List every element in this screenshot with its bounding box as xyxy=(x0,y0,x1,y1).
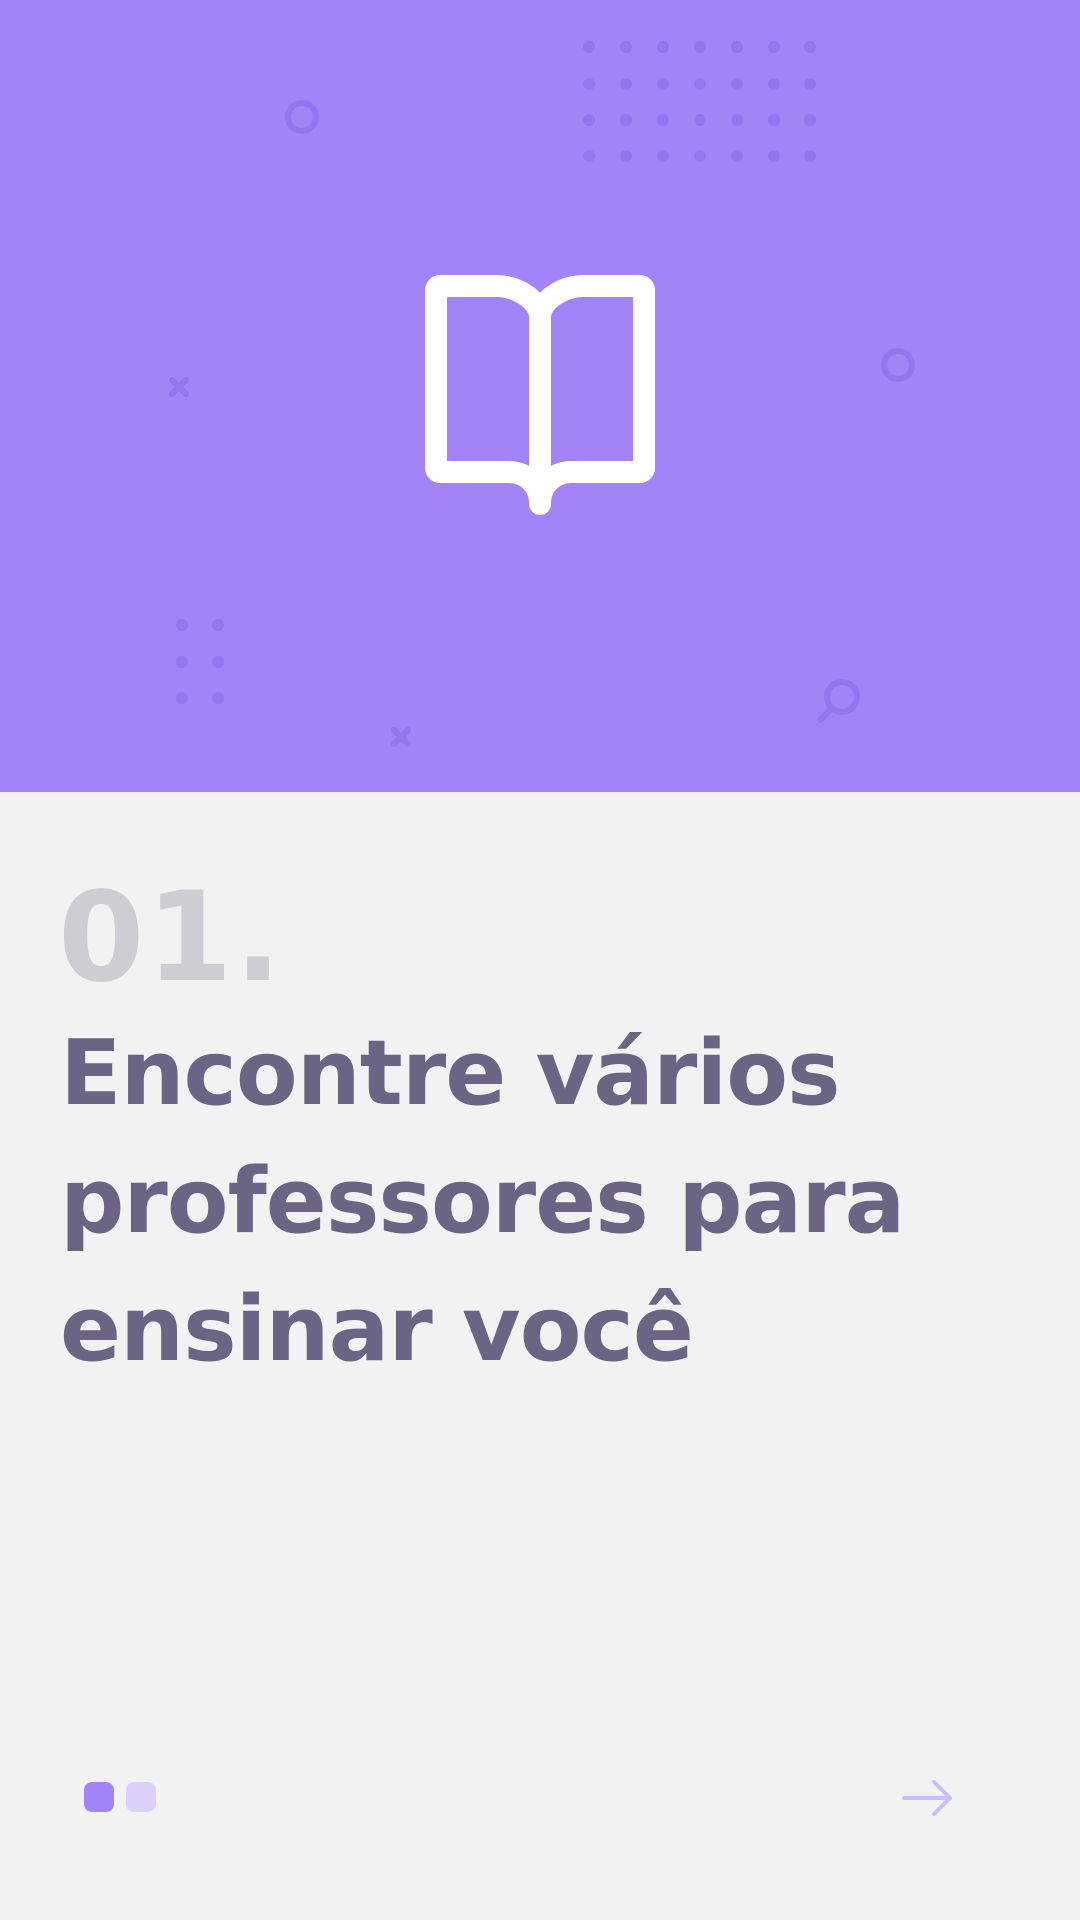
page-indicator xyxy=(84,1782,156,1812)
ring-decoration xyxy=(881,348,915,382)
page-indicator-dot-active[interactable] xyxy=(84,1782,114,1812)
next-button[interactable] xyxy=(896,1772,960,1824)
dot-grid-bottom-left xyxy=(176,619,224,704)
open-book-icon xyxy=(425,275,655,515)
dot-grid-top-right xyxy=(583,41,816,162)
onboarding-content: 01. Encontre vários professores para ens… xyxy=(58,866,1020,1394)
hero-banner xyxy=(0,0,1080,792)
ring-decoration xyxy=(285,100,319,134)
step-number: 01. xyxy=(58,866,284,1010)
arrow-right-icon xyxy=(902,1780,952,1816)
page-indicator-dot-inactive[interactable] xyxy=(126,1782,156,1812)
cross-decoration xyxy=(169,377,189,397)
cross-decoration xyxy=(391,727,411,747)
onboarding-headline: Encontre vários professores para ensinar… xyxy=(60,1021,905,1382)
